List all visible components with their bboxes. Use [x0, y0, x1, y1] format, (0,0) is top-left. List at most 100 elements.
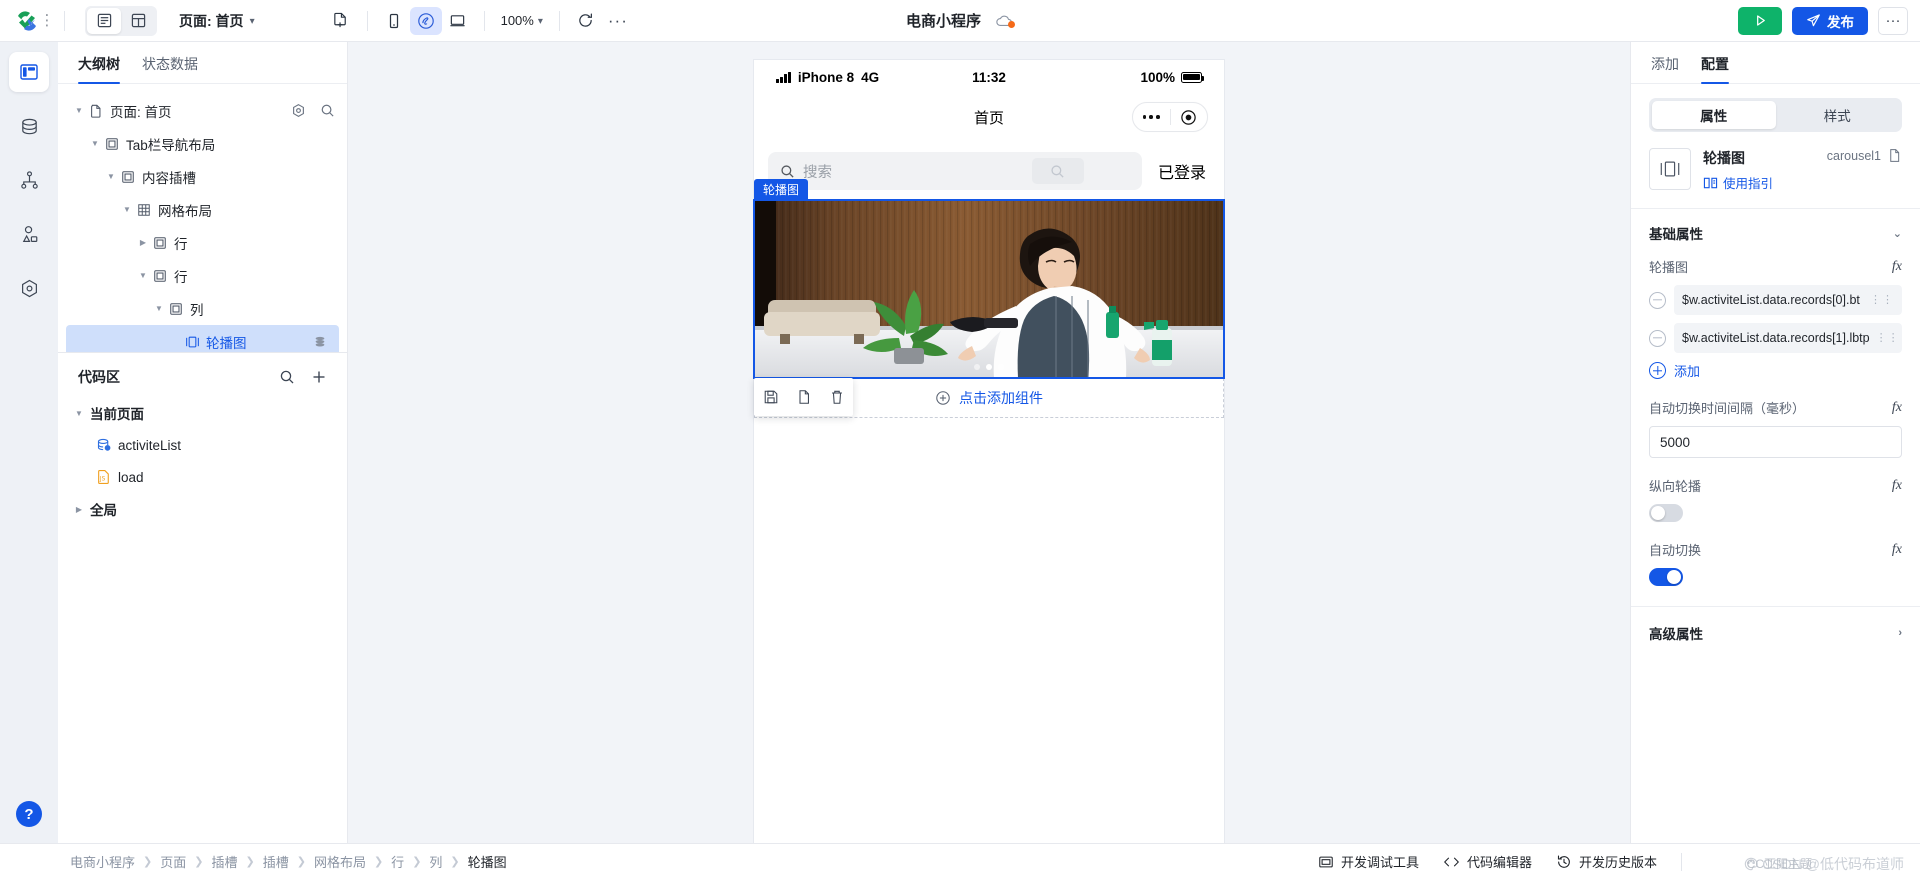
drag-handle-icon[interactable]: ⋮⋮: [1870, 332, 1900, 343]
cloud-sync-icon[interactable]: [995, 14, 1016, 28]
code-editor-button[interactable]: 代码编辑器: [1443, 852, 1532, 871]
code-item-activitelist[interactable]: activiteList: [58, 429, 347, 461]
sidebar-item-components[interactable]: [9, 214, 49, 254]
list-view-button[interactable]: [87, 7, 121, 34]
code-group-global[interactable]: ▶ 全局: [58, 493, 347, 525]
fx-toggle-icon[interactable]: fx: [1892, 478, 1902, 494]
more-dots-icon[interactable]: [1133, 115, 1170, 119]
copy-icon[interactable]: [1887, 148, 1902, 163]
autoplay-toggle[interactable]: [1649, 568, 1683, 586]
delete-component-button[interactable]: [820, 378, 853, 416]
page-selector[interactable]: 页面: 首页 ▾: [179, 11, 255, 31]
fx-toggle-icon[interactable]: fx: [1892, 542, 1902, 558]
fx-toggle-icon[interactable]: fx: [1892, 259, 1902, 275]
breadcrumb-item[interactable]: 插槽: [263, 852, 289, 871]
sidebar-item-layout[interactable]: [9, 52, 49, 92]
debug-tools-button[interactable]: 开发调试工具: [1318, 852, 1419, 871]
miniprogram-capsule[interactable]: [1132, 102, 1208, 132]
chevron-down-icon[interactable]: ▼: [88, 139, 102, 148]
chevron-down-icon[interactable]: ▼: [136, 271, 150, 280]
new-page-button[interactable]: [325, 7, 357, 35]
tab-add[interactable]: 添加: [1651, 54, 1679, 83]
tree-node-page[interactable]: ▼ 页面: 首页: [58, 94, 347, 127]
code-item-load[interactable]: JS load: [58, 461, 347, 493]
tree-settings-icon[interactable]: [291, 103, 306, 118]
code-group-current-page[interactable]: ▼ 当前页面: [58, 397, 347, 429]
device-phone-button[interactable]: [378, 7, 410, 35]
interval-input[interactable]: 5000: [1649, 426, 1902, 458]
topbar-more-options-button[interactable]: ···: [1878, 6, 1908, 35]
vertical-carousel-toggle[interactable]: [1649, 504, 1683, 522]
breadcrumb-item[interactable]: 行: [391, 852, 404, 871]
toolbar-more-button[interactable]: ···: [602, 12, 634, 29]
canvas-area: iPhone 8 4G 11:32 100% 首页 搜索 已登录 轮播图 点击添…: [348, 42, 1630, 843]
drag-handle-icon[interactable]: ⋮⋮: [1864, 294, 1894, 305]
fx-toggle-icon[interactable]: fx: [1892, 400, 1902, 416]
project-title: 电商小程序: [905, 13, 982, 30]
carousel-dots[interactable]: [974, 364, 1004, 370]
tree-node-row-2[interactable]: ▼ 行: [58, 259, 347, 292]
chevron-right-icon[interactable]: ▶: [72, 505, 86, 514]
carousel-image[interactable]: [753, 199, 1225, 379]
binding-input[interactable]: $w.activiteList.data.records[1].lbtp ⋮⋮: [1674, 323, 1902, 353]
remove-binding-button[interactable]: [1649, 329, 1666, 347]
device-desktop-button[interactable]: [442, 7, 474, 35]
grid-view-button[interactable]: [121, 8, 155, 34]
remove-binding-button[interactable]: [1649, 291, 1666, 309]
app-menu-dots-icon[interactable]: ⋮: [40, 8, 55, 34]
breadcrumb-item[interactable]: 电商小程序: [70, 852, 135, 871]
tree-node-label: 行: [174, 269, 188, 285]
chevron-right-icon[interactable]: ›: [1898, 627, 1902, 639]
device-miniprogram-button[interactable]: [409, 6, 442, 35]
basic-properties-section-header[interactable]: 基础属性 ⌄: [1631, 209, 1920, 257]
tree-node-carousel[interactable]: ▼ 轮播图: [66, 325, 339, 352]
chevron-down-icon[interactable]: ▼: [120, 205, 134, 214]
zoom-selector[interactable]: 100% ▾: [495, 13, 549, 28]
refresh-button[interactable]: [570, 7, 602, 35]
login-status-label[interactable]: 已登录: [1158, 159, 1210, 183]
breadcrumb-item[interactable]: 网格布局: [314, 852, 366, 871]
search-input[interactable]: 搜索: [768, 152, 1142, 190]
code-zone-add-icon[interactable]: [311, 369, 327, 385]
run-preview-button[interactable]: [1738, 6, 1782, 35]
layers-icon[interactable]: [313, 335, 327, 349]
sidebar-item-data[interactable]: [9, 106, 49, 146]
code-zone-search-icon[interactable]: [279, 369, 295, 385]
breadcrumb-item[interactable]: 插槽: [211, 852, 237, 871]
tree-search-icon[interactable]: [320, 103, 335, 118]
breadcrumb-item-current[interactable]: 轮播图: [468, 852, 507, 871]
target-circle-icon[interactable]: [1171, 109, 1208, 126]
tree-node-tabbar-layout[interactable]: ▼ Tab栏导航布局: [58, 127, 347, 160]
config-segment-group: 属性 样式: [1649, 98, 1902, 132]
segment-styles[interactable]: 样式: [1776, 101, 1900, 129]
chevron-down-icon[interactable]: ▼: [72, 106, 86, 115]
tab-config[interactable]: 配置: [1701, 54, 1729, 84]
help-button[interactable]: ?: [16, 801, 42, 827]
breadcrumb-item[interactable]: 页面: [160, 852, 186, 871]
chevron-down-icon[interactable]: ▼: [152, 304, 166, 313]
save-component-button[interactable]: [754, 378, 787, 416]
sidebar-item-flow[interactable]: [9, 160, 49, 200]
tab-outline-tree[interactable]: 大纲树: [78, 54, 120, 84]
binding-input[interactable]: $w.activiteList.data.records[0].bt ⋮⋮: [1674, 285, 1902, 315]
tab-state-data[interactable]: 状态数据: [142, 54, 198, 83]
tree-node-column[interactable]: ▼ 列: [58, 292, 347, 325]
tree-node-row-1[interactable]: ▶ 行: [58, 226, 347, 259]
segment-properties[interactable]: 属性: [1652, 101, 1776, 129]
chevron-down-icon[interactable]: ⌄: [1893, 227, 1902, 240]
usage-guide-link[interactable]: 使用指引: [1703, 173, 1773, 192]
history-versions-button[interactable]: 开发历史版本: [1556, 852, 1657, 871]
copy-component-button[interactable]: [787, 378, 820, 416]
search-ghost-button[interactable]: [1031, 158, 1084, 184]
tree-node-grid-layout[interactable]: ▼ 网格布局: [58, 193, 347, 226]
carousel-component[interactable]: 轮播图: [753, 179, 1225, 416]
advanced-properties-section-header[interactable]: 高级属性 ›: [1631, 609, 1920, 657]
chevron-right-icon[interactable]: ▶: [136, 238, 150, 247]
tree-node-content-slot[interactable]: ▼ 内容插槽: [58, 160, 347, 193]
breadcrumb-item[interactable]: 列: [429, 852, 442, 871]
sidebar-item-settings[interactable]: [9, 268, 49, 308]
publish-button[interactable]: 发布: [1792, 6, 1868, 35]
chevron-down-icon[interactable]: ▼: [104, 172, 118, 181]
chevron-down-icon[interactable]: ▼: [72, 409, 86, 418]
add-binding-button[interactable]: 添加: [1649, 361, 1902, 380]
